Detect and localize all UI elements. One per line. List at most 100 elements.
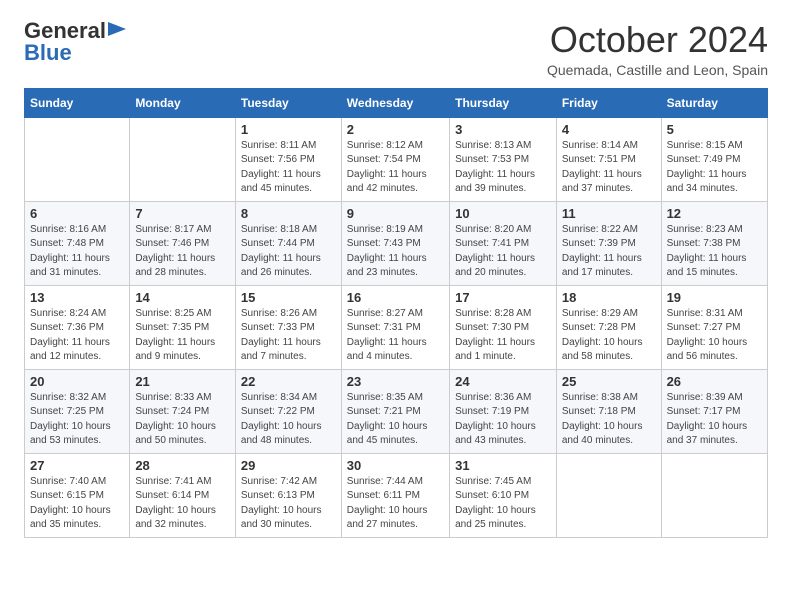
calendar-cell [130, 117, 236, 201]
calendar-cell: 9 Sunrise: 8:19 AM Sunset: 7:43 PM Daylig… [341, 201, 449, 285]
calendar-week-row: 27Sunrise: 7:40 AM Sunset: 6:15 PM Dayli… [25, 453, 768, 537]
day-number: 2 [347, 122, 444, 137]
calendar-cell: 11 Sunrise: 8:22 AM Sunset: 7:39 PM Dayli… [556, 201, 661, 285]
day-detail: Sunrise: 7:42 AM Sunset: 6:13 PM Dayligh… [241, 475, 336, 533]
calendar-cell [661, 453, 767, 537]
calendar-cell: 22 Sunrise: 8:34 AM Sunset: 7:22 PM Dayli… [235, 369, 341, 453]
calendar-cell: 23 Sunrise: 8:35 AM Sunset: 7:21 PM Dayli… [341, 369, 449, 453]
day-detail: Sunrise: 8:16 AM Sunset: 7:48 PM Dayligh… [30, 223, 124, 281]
calendar-cell [556, 453, 661, 537]
day-detail: Sunrise: 8:12 AM Sunset: 7:54 PM Dayligh… [347, 139, 444, 197]
calendar-cell: 25 Sunrise: 8:38 AM Sunset: 7:18 PM Dayli… [556, 369, 661, 453]
logo-flag-icon [108, 22, 126, 36]
calendar-cell: 27Sunrise: 7:40 AM Sunset: 6:15 PM Dayli… [25, 453, 130, 537]
day-number: 7 [135, 206, 230, 221]
day-number: 23 [347, 374, 444, 389]
day-number: 1 [241, 122, 336, 137]
day-number: 25 [562, 374, 656, 389]
calendar-cell: 24Sunrise: 8:36 AM Sunset: 7:19 PM Dayli… [450, 369, 557, 453]
day-detail: Sunrise: 8:31 AM Sunset: 7:27 PM Dayligh… [667, 307, 762, 365]
day-number: 30 [347, 458, 444, 473]
day-number: 26 [667, 374, 762, 389]
calendar-week-row: 6 Sunrise: 8:16 AM Sunset: 7:48 PM Daylig… [25, 201, 768, 285]
day-detail: Sunrise: 8:26 AM Sunset: 7:33 PM Dayligh… [241, 307, 336, 365]
day-of-week-header: Sunday [25, 88, 130, 117]
day-number: 17 [455, 290, 551, 305]
day-number: 13 [30, 290, 124, 305]
calendar-cell [25, 117, 130, 201]
calendar-cell: 21Sunrise: 8:33 AM Sunset: 7:24 PM Dayli… [130, 369, 236, 453]
day-number: 3 [455, 122, 551, 137]
logo-blue-text: Blue [24, 42, 72, 64]
day-detail: Sunrise: 8:18 AM Sunset: 7:44 PM Dayligh… [241, 223, 336, 281]
header: General Blue October 2024 Quemada, Casti… [24, 20, 768, 78]
day-number: 10 [455, 206, 551, 221]
day-number: 21 [135, 374, 230, 389]
day-detail: Sunrise: 8:34 AM Sunset: 7:22 PM Dayligh… [241, 391, 336, 449]
title-area: October 2024 Quemada, Castille and Leon,… [547, 20, 768, 78]
day-number: 12 [667, 206, 762, 221]
calendar-cell: 5 Sunrise: 8:15 AM Sunset: 7:49 PM Daylig… [661, 117, 767, 201]
day-number: 11 [562, 206, 656, 221]
day-detail: Sunrise: 8:14 AM Sunset: 7:51 PM Dayligh… [562, 139, 656, 197]
day-number: 4 [562, 122, 656, 137]
calendar-cell: 10 Sunrise: 8:20 AM Sunset: 7:41 PM Dayli… [450, 201, 557, 285]
day-of-week-header: Monday [130, 88, 236, 117]
day-number: 18 [562, 290, 656, 305]
day-number: 16 [347, 290, 444, 305]
calendar-week-row: 1Sunrise: 8:11 AM Sunset: 7:56 PM Daylig… [25, 117, 768, 201]
day-number: 5 [667, 122, 762, 137]
calendar-cell: 28Sunrise: 7:41 AM Sunset: 6:14 PM Dayli… [130, 453, 236, 537]
day-detail: Sunrise: 7:40 AM Sunset: 6:15 PM Dayligh… [30, 475, 124, 533]
calendar-cell: 15 Sunrise: 8:26 AM Sunset: 7:33 PM Dayli… [235, 285, 341, 369]
day-number: 6 [30, 206, 124, 221]
day-detail: Sunrise: 8:32 AM Sunset: 7:25 PM Dayligh… [30, 391, 124, 449]
calendar-cell: 26 Sunrise: 8:39 AM Sunset: 7:17 PM Dayli… [661, 369, 767, 453]
calendar-cell: 1Sunrise: 8:11 AM Sunset: 7:56 PM Daylig… [235, 117, 341, 201]
day-of-week-header: Tuesday [235, 88, 341, 117]
calendar-week-row: 13 Sunrise: 8:24 AM Sunset: 7:36 PM Dayli… [25, 285, 768, 369]
day-number: 20 [30, 374, 124, 389]
day-detail: Sunrise: 8:29 AM Sunset: 7:28 PM Dayligh… [562, 307, 656, 365]
calendar-cell: 3 Sunrise: 8:13 AM Sunset: 7:53 PM Daylig… [450, 117, 557, 201]
day-detail: Sunrise: 8:28 AM Sunset: 7:30 PM Dayligh… [455, 307, 551, 365]
day-of-week-header: Friday [556, 88, 661, 117]
calendar-cell: 13 Sunrise: 8:24 AM Sunset: 7:36 PM Dayli… [25, 285, 130, 369]
day-number: 14 [135, 290, 230, 305]
day-detail: Sunrise: 8:23 AM Sunset: 7:38 PM Dayligh… [667, 223, 762, 281]
day-detail: Sunrise: 8:39 AM Sunset: 7:17 PM Dayligh… [667, 391, 762, 449]
day-detail: Sunrise: 8:35 AM Sunset: 7:21 PM Dayligh… [347, 391, 444, 449]
day-of-week-header: Wednesday [341, 88, 449, 117]
day-detail: Sunrise: 8:19 AM Sunset: 7:43 PM Dayligh… [347, 223, 444, 281]
day-number: 9 [347, 206, 444, 221]
day-detail: Sunrise: 7:41 AM Sunset: 6:14 PM Dayligh… [135, 475, 230, 533]
day-detail: Sunrise: 8:13 AM Sunset: 7:53 PM Dayligh… [455, 139, 551, 197]
calendar-cell: 29Sunrise: 7:42 AM Sunset: 6:13 PM Dayli… [235, 453, 341, 537]
calendar-table: SundayMondayTuesdayWednesdayThursdayFrid… [24, 88, 768, 538]
day-detail: Sunrise: 8:17 AM Sunset: 7:46 PM Dayligh… [135, 223, 230, 281]
days-header-row: SundayMondayTuesdayWednesdayThursdayFrid… [25, 88, 768, 117]
calendar-cell: 18 Sunrise: 8:29 AM Sunset: 7:28 PM Dayli… [556, 285, 661, 369]
day-number: 31 [455, 458, 551, 473]
calendar-cell: 16Sunrise: 8:27 AM Sunset: 7:31 PM Dayli… [341, 285, 449, 369]
day-detail: Sunrise: 8:24 AM Sunset: 7:36 PM Dayligh… [30, 307, 124, 365]
logo: General Blue [24, 20, 126, 64]
calendar-cell: 4 Sunrise: 8:14 AM Sunset: 7:51 PM Daylig… [556, 117, 661, 201]
calendar-cell: 14 Sunrise: 8:25 AM Sunset: 7:35 PM Dayli… [130, 285, 236, 369]
calendar-cell: 6 Sunrise: 8:16 AM Sunset: 7:48 PM Daylig… [25, 201, 130, 285]
day-detail: Sunrise: 8:38 AM Sunset: 7:18 PM Dayligh… [562, 391, 656, 449]
calendar-cell: 20 Sunrise: 8:32 AM Sunset: 7:25 PM Dayli… [25, 369, 130, 453]
day-detail: Sunrise: 7:44 AM Sunset: 6:11 PM Dayligh… [347, 475, 444, 533]
day-number: 24 [455, 374, 551, 389]
day-detail: Sunrise: 8:22 AM Sunset: 7:39 PM Dayligh… [562, 223, 656, 281]
day-number: 15 [241, 290, 336, 305]
day-detail: Sunrise: 8:20 AM Sunset: 7:41 PM Dayligh… [455, 223, 551, 281]
month-title: October 2024 [547, 20, 768, 60]
day-number: 22 [241, 374, 336, 389]
day-of-week-header: Thursday [450, 88, 557, 117]
calendar-cell: 8Sunrise: 8:18 AM Sunset: 7:44 PM Daylig… [235, 201, 341, 285]
calendar-cell: 12 Sunrise: 8:23 AM Sunset: 7:38 PM Dayli… [661, 201, 767, 285]
day-detail: Sunrise: 8:25 AM Sunset: 7:35 PM Dayligh… [135, 307, 230, 365]
day-number: 19 [667, 290, 762, 305]
day-detail: Sunrise: 8:15 AM Sunset: 7:49 PM Dayligh… [667, 139, 762, 197]
